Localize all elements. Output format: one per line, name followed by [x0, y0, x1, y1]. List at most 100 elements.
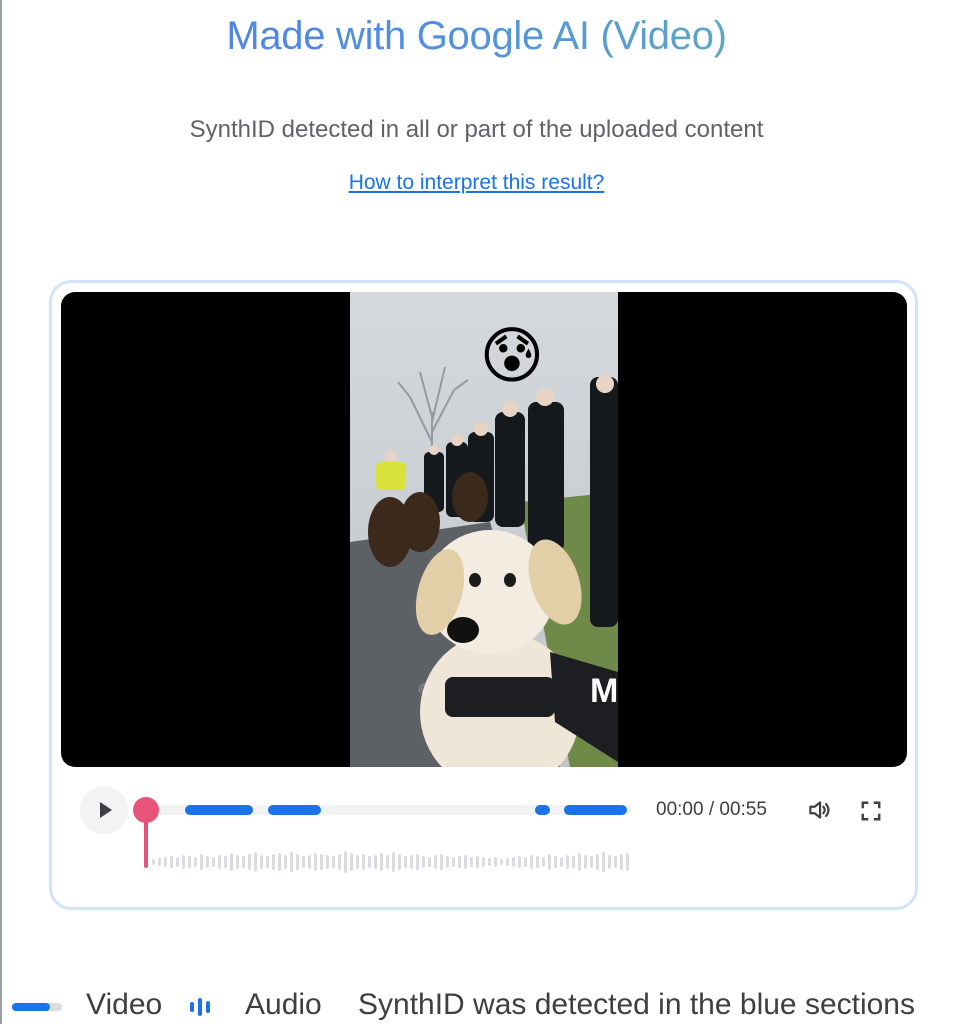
waveform-bar: [440, 854, 443, 870]
waveform-bar: [230, 853, 233, 871]
waveform-bar: [518, 856, 521, 868]
waveform-bar: [284, 855, 287, 869]
waveform-bar: [206, 856, 209, 868]
play-button[interactable]: [80, 786, 128, 834]
video-watermark: @: [418, 681, 430, 695]
waveform-bar: [170, 856, 173, 868]
waveform-bar: [416, 854, 419, 870]
result-subtitle: SynthID detected in all or part of the u…: [189, 116, 764, 143]
waveform-bar: [296, 854, 299, 870]
legend-note: SynthID was detected in the blue section…: [358, 988, 915, 1021]
waveform-bar: [410, 855, 413, 869]
waveform-bar: [596, 854, 599, 870]
waveform-bar: [620, 854, 623, 870]
audio-waveform: [152, 848, 632, 876]
page-title: Made with Google AI (Video): [0, 14, 953, 59]
waveform-bar: [188, 856, 191, 868]
svg-text:M: M: [590, 672, 618, 710]
waveform-bar: [422, 856, 425, 868]
waveform-bar: [356, 855, 359, 869]
waveform-bar: [398, 854, 401, 870]
waveform-bar: [542, 857, 545, 867]
video-legend-swatch: [12, 1003, 62, 1011]
left-border: [0, 0, 2, 1024]
waveform-bar: [428, 857, 431, 867]
waveform-bar: [314, 853, 317, 871]
waveform-bar: [392, 852, 395, 872]
waveform-bar: [554, 856, 557, 868]
waveform-bar: [260, 855, 263, 869]
detected-video-segment: [185, 805, 253, 815]
volume-icon[interactable]: [806, 797, 832, 823]
audio-legend-label: Audio: [245, 988, 322, 1021]
waveform-bar: [344, 851, 347, 873]
waveform-bar: [506, 858, 509, 866]
waveform-bar: [494, 857, 497, 867]
playhead-line: [144, 818, 148, 868]
waveform-bar: [536, 856, 539, 868]
interpret-result-link[interactable]: How to interpret this result?: [0, 171, 953, 195]
waveform-bar: [332, 856, 335, 868]
waveform-bar: [566, 855, 569, 869]
waveform-bar: [164, 857, 167, 867]
detection-legend: Video Audio SynthID was detected in the …: [0, 984, 953, 1024]
audio-legend-swatch: [190, 996, 210, 1018]
waveform-bar: [200, 854, 203, 870]
waveform-bar: [212, 857, 215, 867]
video-legend-label: Video: [86, 988, 163, 1021]
waveform-bar: [272, 854, 275, 870]
waveform-bar: [614, 856, 617, 868]
waveform-bar: [572, 856, 575, 868]
waveform-bar: [602, 852, 605, 872]
waveform-bar: [458, 856, 461, 868]
video-thumbnail: M @ 😰: [350, 292, 618, 767]
waveform-bar: [386, 855, 389, 869]
waveform-bar: [560, 857, 563, 867]
waveform-bar: [374, 855, 377, 869]
waveform-bar: [224, 856, 227, 868]
waveform-bar: [326, 855, 329, 869]
crying-emoji: 😰: [480, 322, 545, 391]
video-frame[interactable]: M @ 😰: [61, 292, 907, 767]
waveform-bar: [254, 852, 257, 872]
waveform-bar: [446, 856, 449, 868]
time-display: 00:00 / 00:55: [656, 799, 767, 820]
waveform-bar: [152, 859, 155, 865]
waveform-bar: [368, 856, 371, 868]
waveform-bar: [242, 856, 245, 868]
waveform-bar: [524, 857, 527, 867]
waveform-bar: [194, 857, 197, 867]
waveform-bar: [182, 855, 185, 869]
waveform-bar: [176, 857, 179, 867]
waveform-bar: [434, 855, 437, 869]
waveform-bar: [452, 857, 455, 867]
video-detection-track[interactable]: [146, 805, 632, 815]
waveform-bar: [338, 854, 341, 870]
waveform-bar: [608, 855, 611, 869]
waveform-bar: [470, 857, 473, 867]
waveform-bar: [590, 856, 593, 868]
fullscreen-icon[interactable]: [860, 800, 882, 822]
waveform-bar: [302, 856, 305, 868]
waveform-bar: [464, 855, 467, 869]
waveform-bar: [626, 853, 629, 871]
waveform-bar: [476, 856, 479, 868]
waveform-bar: [404, 856, 407, 868]
waveform-bar: [278, 853, 281, 871]
waveform-bar: [482, 857, 485, 867]
waveform-bar: [362, 854, 365, 870]
waveform-bar: [488, 858, 491, 866]
waveform-bar: [236, 855, 239, 869]
waveform-bar: [350, 853, 353, 871]
waveform-bar: [320, 854, 323, 870]
waveform-bar: [266, 856, 269, 868]
waveform-bar: [578, 853, 581, 871]
waveform-bar: [380, 853, 383, 871]
waveform-bar: [308, 855, 311, 869]
playhead-handle[interactable]: [133, 797, 159, 823]
detected-video-segment: [564, 805, 627, 815]
waveform-bar: [548, 854, 551, 870]
waveform-bar: [248, 854, 251, 870]
play-icon: [99, 802, 112, 818]
waveform-bar: [290, 852, 293, 872]
